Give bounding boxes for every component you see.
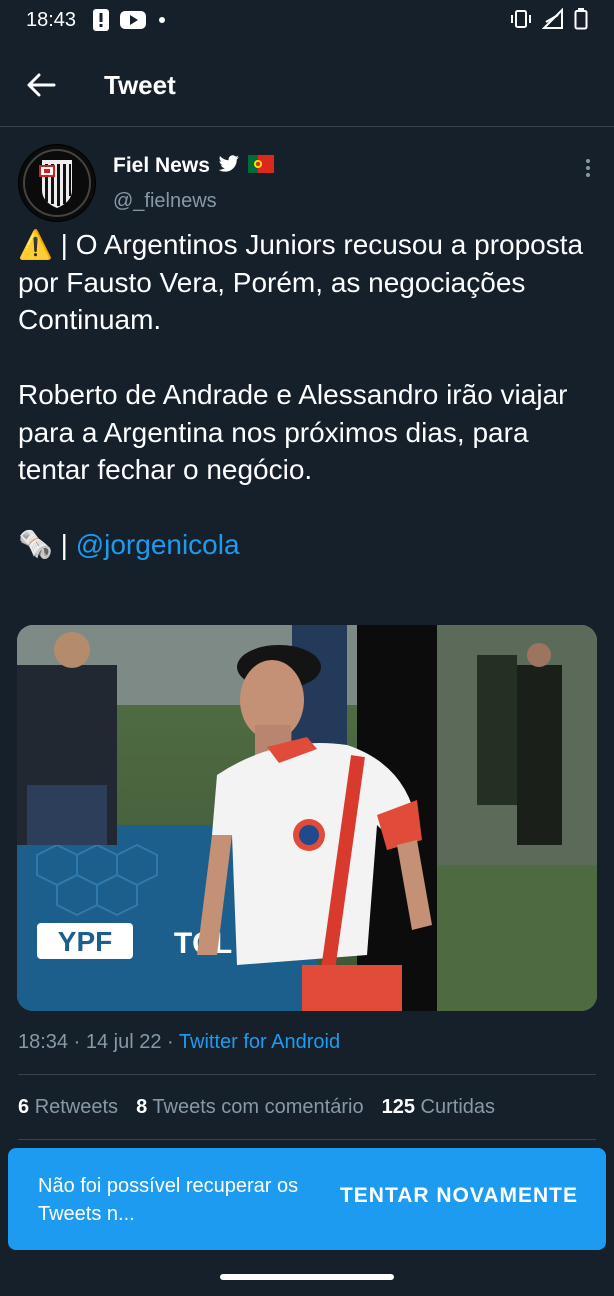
likes-stat[interactable]: 125 Curtidas (382, 1096, 495, 1119)
snackbar-message: Não foi possível recuperar os Tweets n..… (38, 1175, 299, 1225)
tweet-paragraph-1: ⚠️ | O Argentinos Juniors recusou a prop… (18, 229, 584, 335)
back-button[interactable] (22, 66, 60, 104)
meta-separator: · (167, 1031, 174, 1053)
author-display-name[interactable]: Fiel News (113, 154, 210, 178)
twitter-bird-icon (218, 154, 240, 178)
tweet-time: 18:34 (18, 1031, 69, 1053)
tweet-source-line: 🗞️ | @jorgenicola (18, 526, 598, 564)
tweet-date: 14 jul 22 (85, 1031, 162, 1053)
retweets-label: Retweets (34, 1096, 119, 1118)
tweet-source-link[interactable]: Twitter for Android (179, 1031, 340, 1053)
meta-separator: · (73, 1031, 81, 1053)
app-bar: Tweet (0, 44, 614, 127)
arrow-left-icon (27, 73, 56, 97)
quotes-label: Tweets com comentário (152, 1096, 364, 1118)
likes-label: Curtidas (420, 1096, 496, 1118)
quote-tweets-stat[interactable]: 8 Tweets com comentário (136, 1096, 364, 1119)
divider (18, 1074, 596, 1075)
status-time: 18:43 (26, 9, 77, 31)
error-snackbar: Não foi possível recuperar os Tweets n..… (8, 1148, 606, 1250)
tweet-photo[interactable]: YPF TCL (17, 625, 597, 1011)
tweet-author: Fiel News @_fielnews (18, 144, 598, 224)
retweets-stat[interactable]: 6 Retweets (18, 1096, 118, 1119)
retry-button[interactable]: TENTAR NOVAMENTE (340, 1184, 578, 1208)
vibrate-icon (510, 9, 532, 35)
alert-icon (92, 8, 110, 38)
retweets-count: 6 (18, 1096, 30, 1118)
tweet-meta: 18:34 · 14 jul 22 · Twitter for Android (18, 1031, 340, 1054)
divider (18, 1139, 596, 1140)
author-handle[interactable]: @_fielnews (113, 190, 217, 213)
tweet-stats: 6 Retweets 8 Tweets com comentário 125 C… (18, 1096, 495, 1119)
signal-icon (541, 7, 564, 36)
mention-link[interactable]: @jorgenicola (76, 529, 240, 560)
status-bar: 18:43 (0, 0, 614, 40)
photo-scene: YPF TCL (17, 625, 597, 1011)
dot-icon (156, 10, 168, 36)
quotes-count: 8 (136, 1096, 148, 1118)
likes-count: 125 (381, 1096, 415, 1118)
status-right-icons (510, 7, 588, 36)
youtube-icon (120, 10, 146, 36)
tweet-source-prefix: 🗞️ | (18, 529, 76, 560)
portugal-flag-icon (247, 154, 274, 178)
author-name-row: Fiel News (113, 154, 274, 178)
battery-icon (574, 8, 588, 36)
avatar[interactable] (18, 144, 96, 222)
tweet-paragraph-2: Roberto de Andrade e Alessandro irão via… (18, 379, 568, 485)
more-options-button[interactable] (578, 156, 598, 180)
home-indicator[interactable] (220, 1274, 394, 1280)
billboard-text-1: YPF (58, 926, 112, 957)
page-title: Tweet (104, 70, 176, 100)
more-vertical-icon (586, 159, 590, 177)
status-left-icons (92, 8, 168, 38)
tweet-text: ⚠️ | O Argentinos Juniors recusou a prop… (18, 226, 598, 564)
